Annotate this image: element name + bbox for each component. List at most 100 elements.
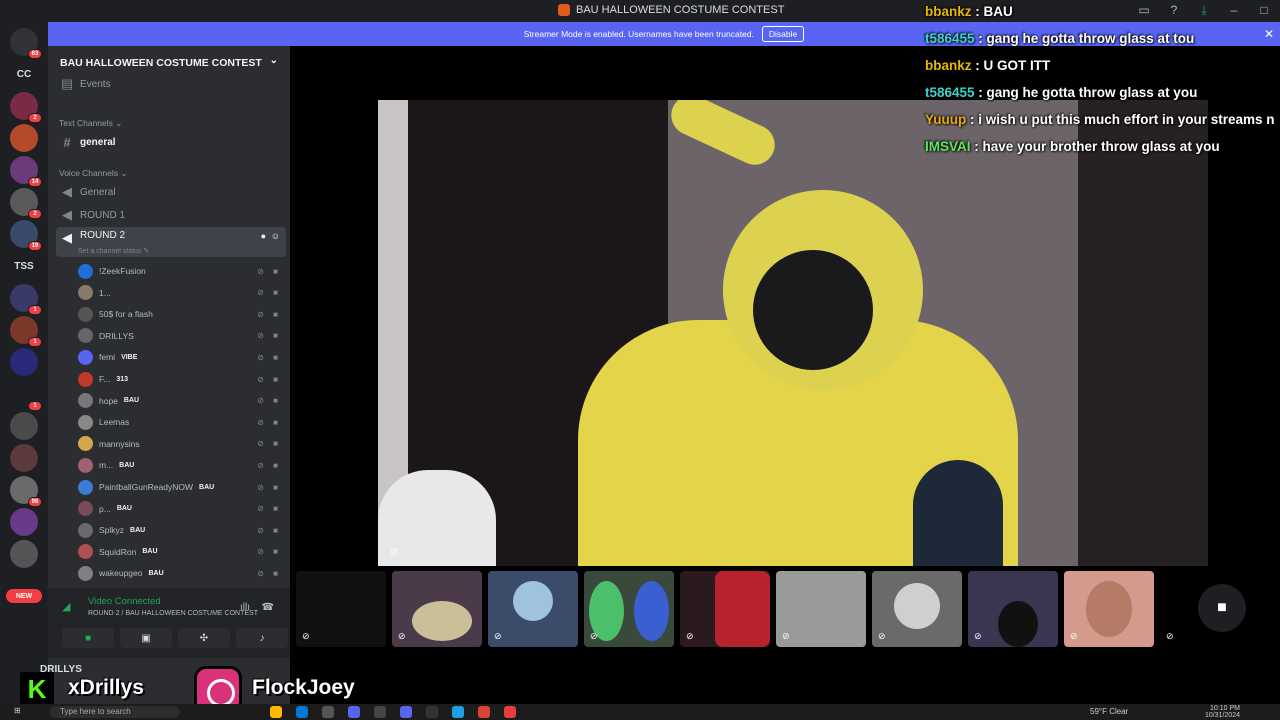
- kick-handle: xDrillys: [68, 676, 144, 699]
- voice-member[interactable]: 50$ for a flash ■ ⊘: [78, 304, 286, 324]
- banner-text: Streamer Mode is enabled. Usernames have…: [523, 29, 754, 39]
- member-tag: BAU: [199, 483, 215, 491]
- app-icon[interactable]: [452, 706, 464, 718]
- participant-tile[interactable]: ⊘: [392, 571, 482, 647]
- noise-suppression-icon[interactable]: ıllı: [240, 602, 250, 613]
- clock[interactable]: 10:10 PM 10/31/2024: [1205, 705, 1240, 719]
- muted-mic-icon: ⊘: [257, 309, 264, 319]
- app-icon[interactable]: [322, 706, 334, 718]
- voice-member[interactable]: wakeupgeo BAU ■ ⊘: [78, 563, 286, 583]
- server-icon[interactable]: 1: [10, 380, 42, 411]
- server-icon[interactable]: [10, 444, 38, 472]
- maximize-icon[interactable]: □: [1256, 2, 1272, 18]
- camera-icon: ■: [273, 417, 278, 427]
- chat-username: bbankz: [925, 4, 972, 19]
- chat-bubble-icon[interactable]: ●: [261, 231, 266, 241]
- disconnect-icon[interactable]: ☎: [262, 602, 274, 613]
- chevron-down-icon: ⌄: [269, 55, 278, 66]
- voice-member[interactable]: 1... ■ ⊘: [78, 283, 286, 303]
- camera-button[interactable]: ■: [62, 628, 114, 648]
- events-item[interactable]: ▤ Events: [56, 74, 286, 94]
- server-icon[interactable]: 2: [10, 188, 42, 219]
- channel-general[interactable]: # general: [56, 132, 286, 152]
- server-icon[interactable]: 1: [10, 284, 42, 315]
- avatar: [78, 371, 93, 387]
- channel-status[interactable]: Set a channel status ✎: [78, 247, 149, 255]
- chat-separator: :: [966, 112, 979, 127]
- participant-tile[interactable]: ⊘: [872, 571, 962, 647]
- obs-icon[interactable]: [504, 706, 516, 718]
- participant-tile[interactable]: ⊘: [488, 571, 578, 647]
- voice-member[interactable]: PaintballGunReadyNOW BAU ■ ⊘: [78, 477, 286, 497]
- server-icon[interactable]: [10, 124, 38, 152]
- voice-member[interactable]: mannysins ■ ⊘: [78, 434, 286, 454]
- soundboard-button[interactable]: ♪: [236, 628, 288, 648]
- weather-widget[interactable]: 59°F Clear: [1090, 707, 1128, 716]
- clock-time: 10:10 PM: [1210, 705, 1240, 712]
- chat-separator: :: [970, 139, 983, 154]
- voice-member[interactable]: hope BAU ■ ⊘: [78, 391, 286, 411]
- participant-tile[interactable]: ⊘: [968, 571, 1058, 647]
- voice-member[interactable]: femi VIBE ■ ⊘: [78, 347, 286, 367]
- taskbar-search[interactable]: Type here to search: [50, 706, 180, 718]
- discord-icon[interactable]: [400, 706, 412, 718]
- add-member-icon[interactable]: ☺: [271, 231, 280, 241]
- voice-member[interactable]: m... BAU ■ ⊘: [78, 455, 286, 475]
- voice-member[interactable]: F... 313 ■ ⊘: [78, 369, 286, 389]
- voice-member[interactable]: Leemas ■ ⊘: [78, 412, 286, 432]
- file-explorer-icon[interactable]: [270, 706, 282, 718]
- voice-member[interactable]: p... BAU ■ ⊘: [78, 499, 286, 519]
- camera-icon: ■: [273, 547, 278, 557]
- activities-button[interactable]: ✣: [178, 628, 230, 648]
- server-icon[interactable]: 1: [10, 316, 42, 347]
- chat-text: i wish u put this much effort in your st…: [978, 112, 1275, 127]
- participant-tile[interactable]: ⊘: [584, 571, 674, 647]
- screen-share-button[interactable]: ▣: [120, 628, 172, 648]
- voice-channels-category[interactable]: Voice Channels ⌄: [59, 168, 128, 179]
- muted-mic-icon: ⊘: [257, 288, 264, 298]
- server-icon[interactable]: 98: [10, 476, 42, 507]
- text-channels-category[interactable]: Text Channels ⌄: [59, 118, 122, 129]
- voice-member[interactable]: SquidRon BAU ■ ⊘: [78, 542, 286, 562]
- minimize-icon[interactable]: –: [1226, 2, 1242, 18]
- chat-message: t586455 : gang he gotta throw glass at y…: [925, 85, 1197, 100]
- muted-mic-icon: ⊘: [257, 547, 264, 557]
- voice-channel-general[interactable]: ◀ General: [56, 182, 286, 202]
- server-icon[interactable]: CC: [10, 60, 38, 88]
- app-icon[interactable]: [426, 706, 438, 718]
- events-label: Events: [80, 78, 111, 90]
- chat-text: BAU: [983, 4, 1013, 19]
- voice-status[interactable]: Video Connected: [88, 596, 161, 607]
- voice-channel-name[interactable]: ROUND 2 / BAU HALLOWEEN COSTUME CONTEST: [88, 610, 258, 617]
- discord-icon[interactable]: [348, 706, 360, 718]
- server-icon[interactable]: 14: [10, 156, 42, 187]
- help-icon[interactable]: ?: [1166, 2, 1182, 18]
- server-icon[interactable]: [10, 508, 38, 536]
- server-icon[interactable]: TSS: [10, 252, 38, 280]
- focused-video-tile[interactable]: ⊘: [378, 100, 1208, 566]
- download-icon[interactable]: ⤓: [1196, 2, 1212, 18]
- participant-tile[interactable]: ⊘: [296, 571, 386, 647]
- app-icon[interactable]: [374, 706, 386, 718]
- chrome-icon[interactable]: [478, 706, 490, 718]
- camera-icon[interactable]: ■: [1198, 584, 1246, 632]
- voice-member[interactable]: !ZeekFusion ■ ⊘: [78, 261, 286, 281]
- server-icon[interactable]: 63: [10, 28, 42, 59]
- voice-member[interactable]: Splkyz BAU ■ ⊘: [78, 520, 286, 540]
- chat-text: U GOT ITT: [983, 58, 1051, 73]
- inbox-icon[interactable]: ▭: [1136, 2, 1152, 18]
- disable-button[interactable]: Disable: [761, 26, 805, 42]
- participant-tile[interactable]: ⊘: [776, 571, 866, 647]
- participant-tile[interactable]: ⊘: [1064, 571, 1154, 647]
- server-icon[interactable]: [10, 412, 38, 440]
- close-icon[interactable]: ✕: [1264, 27, 1274, 41]
- participant-tile[interactable]: ⊘: [680, 571, 770, 647]
- windows-start-icon[interactable]: ⊞: [14, 706, 21, 715]
- server-icon[interactable]: 2: [10, 92, 42, 123]
- server-icon[interactable]: 19: [10, 220, 42, 251]
- server-icon[interactable]: [10, 540, 38, 568]
- voice-member[interactable]: DRILLYS ■ ⊘: [78, 326, 286, 346]
- server-icon[interactable]: [10, 348, 38, 376]
- voice-channel-round1[interactable]: ◀ ROUND 1: [56, 205, 286, 225]
- edge-icon[interactable]: [296, 706, 308, 718]
